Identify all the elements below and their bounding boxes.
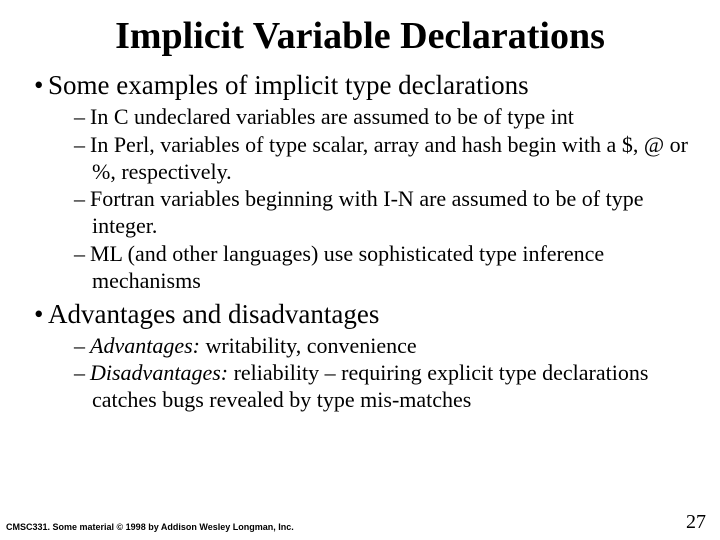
sub-item: –Fortran variables beginning with I-N ar… [28,186,692,240]
sub-item-text: ML (and other languages) use sophisticat… [90,241,604,293]
disadvantages-label: Disadvantages: [90,360,228,385]
advantages-text: writability, convenience [200,333,417,358]
dash-icon: – [74,241,90,268]
slide-title: Implicit Variable Declarations [0,0,720,66]
dash-icon: – [74,333,90,360]
slide-body: •Some examples of implicit type declarat… [0,70,720,414]
slide: Implicit Variable Declarations •Some exa… [0,0,720,540]
bullet-adv-disadv-text: Advantages and disadvantages [48,299,379,329]
dash-icon: – [74,104,90,131]
footer-attribution: CMSC331. Some material © 1998 by Addison… [6,522,294,532]
bullet-icon: • [34,70,48,102]
bullet-icon: • [34,299,48,331]
sub-item-text: In Perl, variables of type scalar, array… [90,132,688,184]
advantages-label: Advantages: [90,333,200,358]
dash-icon: – [74,360,90,387]
sub-item-text: In C undeclared variables are assumed to… [90,104,574,129]
sub-item-advantages: –Advantages: writability, convenience [28,333,692,360]
dash-icon: – [74,132,90,159]
bullet-examples: •Some examples of implicit type declarat… [28,70,692,102]
bullet-adv-disadv: •Advantages and disadvantages [28,299,692,331]
sub-item: –In Perl, variables of type scalar, arra… [28,132,692,186]
sub-item-disadvantages: –Disadvantages: reliability – requiring … [28,360,692,414]
sub-item: –In C undeclared variables are assumed t… [28,104,692,131]
sub-item: –ML (and other languages) use sophistica… [28,241,692,295]
dash-icon: – [74,186,90,213]
bullet-examples-text: Some examples of implicit type declarati… [48,70,529,100]
slide-number: 27 [686,511,706,534]
sub-item-text: Fortran variables beginning with I-N are… [90,186,644,238]
